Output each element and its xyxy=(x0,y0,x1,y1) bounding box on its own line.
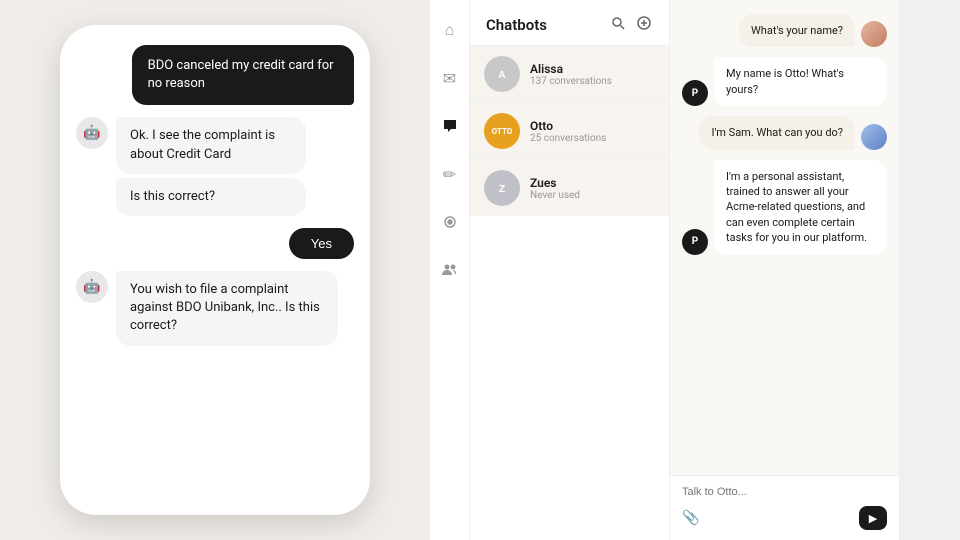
yes-button[interactable]: Yes xyxy=(289,228,354,259)
chatbot-sub-alissa: 137 conversations xyxy=(530,76,655,87)
chatbots-icons xyxy=(609,14,653,35)
send-button[interactable]: ▶ xyxy=(859,506,887,530)
chat-message-bot-2-row: P I'm a personal assistant, trained to a… xyxy=(682,160,887,255)
svg-text:A: A xyxy=(498,70,505,81)
chat-bot-avatar-1: P xyxy=(682,80,708,106)
bot-avatar-2: 🤖 xyxy=(76,271,108,303)
phone-bot-row-2: 🤖 You wish to file a complaint against B… xyxy=(76,271,354,346)
chat-bot-av-letter-1: P xyxy=(692,88,698,99)
chatbot-name-zues: Zues xyxy=(530,176,655,190)
chatbot-info-alissa: Alissa 137 conversations xyxy=(530,62,655,87)
chat-message-user-1-row: What's your name? xyxy=(682,14,887,47)
svg-text:Z: Z xyxy=(499,184,505,195)
user-avatar-1 xyxy=(861,21,887,47)
chatbot-avatar-alissa: A xyxy=(484,56,520,92)
chatbot-sub-otto: 25 conversations xyxy=(530,133,655,144)
chatbots-panel: Chatbots A xyxy=(470,0,670,540)
phone-bot-message-1: Ok. I see the complaint is about Credit … xyxy=(116,117,306,173)
chatbot-name-alissa: Alissa xyxy=(530,62,655,76)
middle-section: ⌂ ✉ ✏ Chatbots xyxy=(430,0,960,540)
sidebar-icon-pen[interactable]: ✏ xyxy=(434,158,466,190)
chat-bot-avatar-2: P xyxy=(682,229,708,255)
phone-user-message-1: BDO canceled my credit card for no reaso… xyxy=(132,45,354,105)
phone-bot-message-2: Is this correct? xyxy=(116,178,306,216)
phone-panel: BDO canceled my credit card for no reaso… xyxy=(0,0,430,540)
icon-sidebar: ⌂ ✉ ✏ xyxy=(430,0,470,540)
chatbot-info-otto: Otto 25 conversations xyxy=(530,119,655,144)
chat-message-user-2-row: I'm Sam. What can you do? xyxy=(682,116,887,149)
chat-panel: What's your name? P My name is Otto! Wha… xyxy=(670,0,900,540)
chat-bubble-bot-2: I'm a personal assistant, trained to ans… xyxy=(714,160,887,255)
chat-bubble-user-1: What's your name? xyxy=(739,14,855,47)
chatbot-item-zues[interactable]: Z Zues Never used xyxy=(470,160,669,216)
chatbots-header: Chatbots xyxy=(470,0,669,46)
chatbot-sub-zues: Never used xyxy=(530,190,655,201)
phone-btn-row: Yes xyxy=(76,228,354,259)
bot-avatar-icon-1: 🤖 xyxy=(83,125,100,141)
chat-messages: What's your name? P My name is Otto! Wha… xyxy=(670,0,899,475)
user-avatar-2 xyxy=(861,124,887,150)
chat-input[interactable] xyxy=(682,486,887,498)
chat-input-area: 📎 ▶ xyxy=(670,475,899,540)
chatbot-item-alissa[interactable]: A Alissa 137 conversations xyxy=(470,46,669,103)
chatbots-and-chat: Chatbots A xyxy=(470,0,960,540)
chatbot-avatar-zues: Z xyxy=(484,170,520,206)
bot-avatar-1: 🤖 xyxy=(76,117,108,149)
chatbots-title: Chatbots xyxy=(486,16,547,34)
phone-bot-row-1: 🤖 Ok. I see the complaint is about Credi… xyxy=(76,117,354,216)
chatbot-avatar-otto: OTTO xyxy=(484,113,520,149)
bot-avatar-icon-2: 🤖 xyxy=(83,279,100,295)
chat-input-actions: 📎 ▶ xyxy=(682,506,887,530)
chatbot-name-otto: Otto xyxy=(530,119,655,133)
sidebar-icon-chat[interactable] xyxy=(434,110,466,142)
sidebar-icon-people[interactable] xyxy=(434,254,466,286)
sidebar-icon-home[interactable]: ⌂ xyxy=(434,14,466,46)
chat-message-bot-1-row: P My name is Otto! What's yours? xyxy=(682,57,887,106)
chatbots-add-button[interactable] xyxy=(635,14,653,35)
chat-bot-av-letter-2: P xyxy=(692,236,698,247)
phone-bot-message-3: You wish to file a complaint against BDO… xyxy=(116,271,338,346)
chatbot-info-zues: Zues Never used xyxy=(530,176,655,201)
chatbots-search-button[interactable] xyxy=(609,14,627,35)
sidebar-icon-shape[interactable] xyxy=(434,206,466,238)
chat-bubble-bot-1: My name is Otto! What's yours? xyxy=(714,57,887,106)
phone-mockup: BDO canceled my credit card for no reaso… xyxy=(60,25,370,515)
chat-bubble-user-2: I'm Sam. What can you do? xyxy=(699,116,855,149)
sidebar-icon-mail[interactable]: ✉ xyxy=(434,62,466,94)
chatbot-item-otto[interactable]: OTTO Otto 25 conversations xyxy=(470,103,669,160)
app-container: BDO canceled my credit card for no reaso… xyxy=(0,0,960,540)
attach-icon[interactable]: 📎 xyxy=(682,510,699,526)
